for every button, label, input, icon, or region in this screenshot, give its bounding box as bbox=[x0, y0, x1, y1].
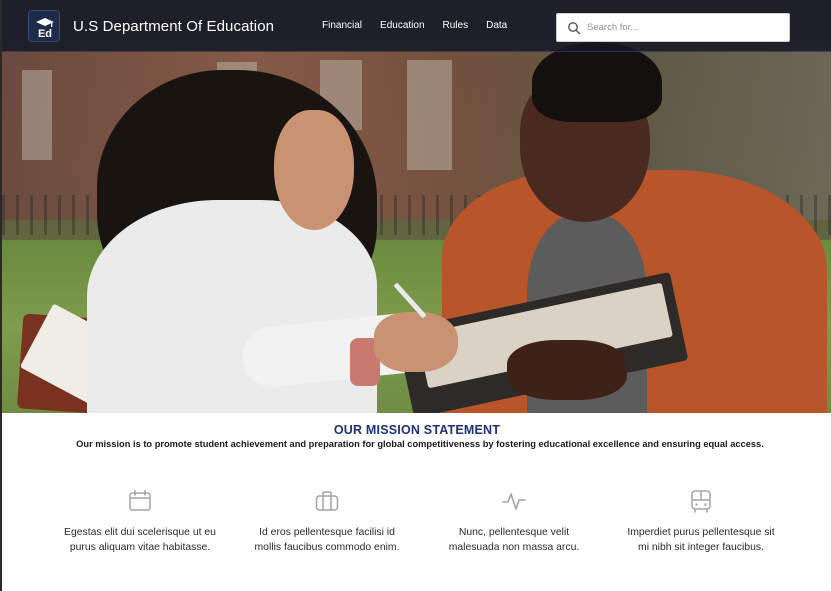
nav-financial[interactable]: Financial bbox=[322, 20, 362, 31]
hero-photo bbox=[2, 0, 831, 413]
feature-item: Id eros pellentesque facilisi id mollis … bbox=[237, 488, 417, 555]
nav-education[interactable]: Education bbox=[380, 20, 424, 31]
nav-data[interactable]: Data bbox=[486, 20, 507, 31]
woman-hand bbox=[374, 312, 458, 372]
main-nav: Financial Education Rules Data bbox=[322, 20, 525, 31]
feature-item: Egestas elit dui scelerisque ut eu purus… bbox=[50, 488, 230, 555]
man-hand bbox=[507, 340, 627, 400]
woman-face bbox=[274, 110, 354, 230]
feature-text-line: malesuada non massa arcu. bbox=[448, 542, 580, 553]
briefcase-icon bbox=[315, 491, 339, 511]
top-navbar: Ed U.S Department Of Education Financial… bbox=[2, 0, 831, 52]
feature-text-line: mollis faucibus commodo enim. bbox=[254, 542, 400, 553]
man-hair bbox=[532, 42, 662, 122]
mission-title: OUR MISSION STATEMENT bbox=[333, 423, 501, 437]
search-input[interactable] bbox=[587, 22, 777, 33]
activity-icon bbox=[502, 493, 526, 510]
bus-icon bbox=[691, 490, 711, 513]
education-logo-icon[interactable]: Ed bbox=[28, 10, 60, 42]
search-box[interactable] bbox=[556, 13, 790, 42]
feature-item: Imperdiet purus pellentesque sit mi nibh… bbox=[611, 488, 791, 555]
feature-text-line: Egestas elit dui scelerisque ut eu bbox=[64, 527, 216, 538]
feature-text-line: mi nibh sit integer faucibus. bbox=[638, 542, 764, 553]
feature-text-line: purus aliquam vitae habitasse. bbox=[69, 542, 211, 553]
search-icon[interactable] bbox=[567, 21, 581, 35]
nav-rules[interactable]: Rules bbox=[443, 20, 469, 31]
feature-text-line: Id eros pellentesque facilisi id bbox=[259, 527, 395, 538]
feature-text-line: Imperdiet purus pellentesque sit bbox=[627, 527, 775, 538]
feature-item: Nunc, pellentesque velit malesuada non m… bbox=[424, 488, 604, 555]
feature-text-line: Nunc, pellentesque velit bbox=[458, 527, 570, 538]
brand-name[interactable]: U.S Department Of Education bbox=[73, 18, 274, 35]
woman-jacket bbox=[87, 200, 377, 413]
building-window bbox=[22, 70, 52, 160]
building-window bbox=[407, 60, 452, 170]
mission-text: Our mission is to promote student achiev… bbox=[76, 439, 764, 449]
page: Ed U.S Department Of Education Financial… bbox=[0, 0, 832, 591]
logo-text: Ed bbox=[38, 28, 52, 40]
brand[interactable]: Ed U.S Department Of Education bbox=[28, 9, 274, 43]
calendar-icon bbox=[129, 489, 151, 511]
